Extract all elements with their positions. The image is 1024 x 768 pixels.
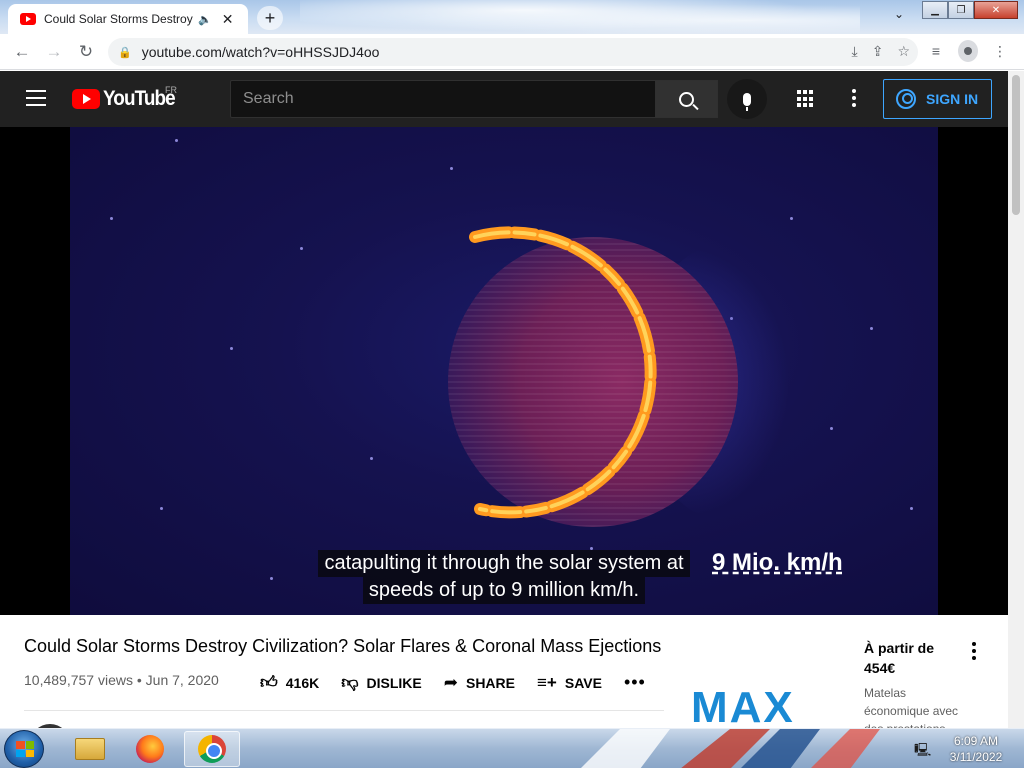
url-text[interactable]: youtube.com/watch?v=oHHSSJDJ4oo — [142, 44, 380, 60]
user-circle-icon — [896, 89, 916, 109]
page-scrollbar[interactable] — [1008, 71, 1024, 731]
dislike-button[interactable]: 👎︎ DISLIKE — [341, 672, 422, 693]
youtube-play-logo-icon — [72, 89, 100, 109]
logo-region-code: FR — [165, 85, 177, 95]
search-icon — [679, 91, 694, 107]
ad-price-prefix[interactable]: À partir de — [864, 640, 934, 656]
windows-taskbar: 🖳 6:09 AM 3/11/2022 — [0, 728, 1024, 768]
more-actions-icon[interactable]: ••• — [624, 672, 646, 693]
profile-avatar-icon[interactable] — [958, 40, 978, 62]
tab-title: Could Solar Storms Destroy Civilization?… — [44, 12, 194, 26]
video-frame[interactable] — [70, 127, 938, 615]
tab-close-icon[interactable]: ✕ — [222, 11, 234, 28]
like-count: 416K — [285, 674, 320, 691]
windows-logo-icon — [16, 741, 34, 757]
window-controls: ▁ ❐ ✕ — [922, 1, 1018, 19]
ad-price[interactable]: 454€ — [864, 660, 895, 676]
save-button[interactable]: ≡+ SAVE — [537, 673, 602, 693]
address-bar[interactable]: 🔒 youtube.com/watch?v=oHHSSJDJ4oo ⤓ ⇪ ☆ — [108, 38, 918, 66]
clock-time: 6:09 AM — [953, 734, 999, 748]
video-title: Could Solar Storms Destroy Civilization?… — [24, 636, 662, 656]
bookmark-star-icon[interactable]: ☆ — [897, 43, 910, 60]
browser-toolbar: ← → ↻ 🔒 youtube.com/watch?v=oHHSSJDJ4oo … — [0, 34, 1024, 70]
new-tab-button[interactable]: + — [257, 6, 283, 30]
video-meta: 10,489,757 views • Jun 7, 2020 — [24, 672, 219, 688]
ad-brand-logo[interactable]: MAX — [691, 686, 795, 730]
scrollbar-thumb[interactable] — [1012, 75, 1020, 215]
file-explorer-button[interactable] — [62, 731, 118, 767]
sign-in-label: SIGN IN — [926, 91, 979, 107]
start-button[interactable] — [4, 730, 44, 768]
system-clock[interactable]: 6:09 AM 3/11/2022 — [940, 733, 1012, 765]
speaker-icon[interactable]: 🔈 — [198, 13, 212, 26]
thumbs-down-icon: 👎︎ — [341, 673, 359, 692]
minimize-button[interactable]: ▁ — [922, 1, 948, 19]
wallpaper-strip — [581, 729, 880, 768]
close-window-button[interactable]: ✕ — [974, 1, 1018, 19]
video-player[interactable]: catapulting it through the solar system … — [0, 127, 1008, 615]
install-icon[interactable]: ⤓ — [852, 43, 858, 60]
share-arrow-icon: ➦ — [443, 672, 458, 692]
apps-grid-icon[interactable] — [797, 90, 815, 108]
share-icon[interactable]: ⇪ — [872, 43, 884, 60]
youtube-header: YouTube SIGN IN — [0, 71, 1008, 127]
share-label: SHARE — [465, 674, 515, 691]
back-arrow-icon[interactable]: ← — [6, 36, 38, 68]
search-button[interactable] — [655, 80, 718, 118]
solar-flare-arc — [469, 226, 657, 519]
video-actions: 👍︎ 416K 👎︎ DISLIKE ➦ SHARE ≡+ SAVE ••• — [260, 672, 646, 693]
folder-icon — [75, 738, 105, 760]
share-button[interactable]: ➦ SHARE — [444, 673, 515, 693]
upload-date: Jun 7, 2020 — [145, 672, 219, 688]
lock-icon[interactable]: 🔒 — [118, 46, 132, 59]
settings-more-icon[interactable] — [852, 89, 856, 109]
divider — [24, 710, 664, 711]
media-control-icon[interactable]: ≡ — [926, 43, 946, 59]
ad-more-icon[interactable] — [972, 642, 976, 663]
save-label: SAVE — [564, 674, 602, 691]
firefox-button[interactable] — [122, 731, 178, 767]
sign-in-button[interactable]: SIGN IN — [883, 79, 992, 119]
search-field[interactable] — [230, 80, 656, 118]
thumbs-up-icon: 👍︎ — [260, 673, 278, 692]
tab-search-chevron-icon[interactable]: ⌄ — [888, 7, 910, 27]
network-icon[interactable]: 🖳 — [914, 741, 931, 763]
caption-box: catapulting it through the solar system … — [0, 550, 1008, 604]
caption-line-1: catapulting it through the solar system … — [318, 550, 690, 577]
logo-text: YouTube — [103, 87, 176, 110]
chrome-icon — [198, 735, 226, 763]
clock-date: 3/11/2022 — [949, 750, 1003, 764]
forward-arrow-icon[interactable]: → — [38, 36, 70, 68]
speed-overlay-text: 9 Mio. km/h — [712, 549, 843, 576]
view-count: 10,489,757 views — [24, 672, 133, 688]
dislike-label: DISLIKE — [366, 674, 422, 691]
flare-arc-highlight — [473, 230, 653, 515]
youtube-favicon-icon — [20, 13, 36, 25]
playlist-add-icon: ≡+ — [537, 672, 557, 692]
firefox-icon — [136, 735, 164, 763]
microphone-icon — [743, 92, 751, 111]
browser-tab[interactable]: Could Solar Storms Destroy Civilization?… — [8, 4, 248, 34]
chrome-button[interactable] — [184, 731, 240, 767]
browser-menu-icon[interactable]: ⋮ — [990, 43, 1010, 60]
flare-arc-path — [469, 226, 657, 519]
voice-search-button[interactable] — [727, 79, 767, 119]
reload-icon[interactable]: ↻ — [70, 36, 102, 68]
hamburger-menu-icon[interactable] — [26, 90, 46, 106]
caption-line-2: speeds of up to 9 million km/h. — [362, 577, 646, 604]
search-input[interactable] — [243, 90, 643, 108]
like-button[interactable]: 👍︎ 416K — [260, 672, 319, 693]
restore-button[interactable]: ❐ — [948, 1, 974, 19]
browser-tab-strip: Could Solar Storms Destroy Civilization?… — [0, 0, 1024, 34]
